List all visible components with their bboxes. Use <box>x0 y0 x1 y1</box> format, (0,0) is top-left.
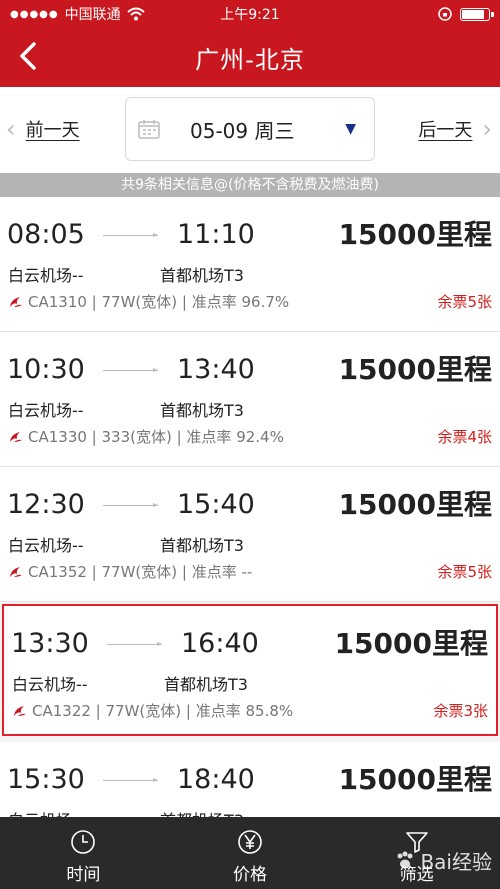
departure-airport: 白云机场-- <box>8 266 84 285</box>
signal-icon: ●●●●● <box>10 8 59 20</box>
prev-day-button[interactable]: ‹ 前一天 <box>6 115 80 143</box>
arrival-airport: 首都机场T3 <box>160 266 244 285</box>
next-day-button[interactable]: 后一天 › <box>418 115 492 143</box>
top-bar: ●●●●● 中国联通 上午9:21 广州-北京 <box>0 0 500 87</box>
departure-airport: 白云机场-- <box>8 401 84 420</box>
tab-time[interactable]: 时间 <box>0 817 167 889</box>
miles-price: 15000里程 <box>334 627 488 660</box>
selected-date: 05-09 周三 <box>190 118 295 143</box>
arrival-time: 18:40 <box>177 764 255 795</box>
status-bar: ●●●●● 中国联通 上午9:21 <box>0 0 500 28</box>
route-arrow-icon <box>103 778 158 782</box>
header: 广州-北京 <box>0 28 500 87</box>
flight-details: CA1322 | 77W(宽体) | 准点率 85.8% <box>32 702 294 720</box>
watermark: Bai经验 <box>394 846 492 875</box>
dropdown-triangle-icon: ▼ <box>345 121 356 137</box>
route-arrow-icon <box>103 368 158 372</box>
departure-time: 13:30 <box>11 628 89 659</box>
airline-logo-icon <box>14 705 26 716</box>
flight-card[interactable]: 12:30 15:40 15000里程 白云机场-- 首都机场T3 CA1352… <box>0 467 500 602</box>
back-button[interactable] <box>8 36 48 76</box>
route-arrow-icon <box>103 233 158 237</box>
miles-price: 15000里程 <box>338 488 492 521</box>
arrival-airport: 首都机场T3 <box>160 401 244 420</box>
miles-price: 15000里程 <box>338 218 492 251</box>
flight-card[interactable]: 08:05 11:10 15000里程 白云机场-- 首都机场T3 CA1310… <box>0 197 500 332</box>
arrival-airport: 首都机场T3 <box>160 536 244 555</box>
arrival-airport: 首都机场T3 <box>160 807 244 817</box>
departure-time: 12:30 <box>7 489 85 520</box>
paw-icon <box>397 851 413 868</box>
watermark-text: Bai经验 <box>420 850 492 874</box>
arrival-time: 15:40 <box>177 489 255 520</box>
route-arrow-icon <box>103 503 158 507</box>
flight-details: CA1352 | 77W(宽体) | 准点率 -- <box>28 563 253 581</box>
airline-logo-icon <box>10 431 22 442</box>
airline-logo-icon <box>10 296 22 307</box>
wifi-icon <box>126 7 145 21</box>
date-picker[interactable]: 05-09 周三 ▼ <box>125 97 375 161</box>
yen-icon <box>238 830 262 854</box>
miles-price: 15000里程 <box>338 353 492 386</box>
tab-price-label: 价格 <box>233 865 267 885</box>
flight-details: CA1330 | 333(宽体) | 准点率 92.4% <box>28 428 284 446</box>
status-left: ●●●●● 中国联通 <box>10 4 145 24</box>
flight-info: CA1330 | 333(宽体) | 准点率 92.4% <box>8 426 284 447</box>
clock-icon <box>71 830 96 854</box>
arrival-airport: 首都机场T3 <box>164 675 248 694</box>
departure-airport: 白云机场-- <box>12 675 88 694</box>
departure-time: 08:05 <box>7 219 85 250</box>
departure-airport: 白云机场-- <box>8 807 84 817</box>
tab-time-label: 时间 <box>66 865 101 885</box>
chevron-right-icon: › <box>482 115 492 143</box>
battery-icon <box>460 7 494 21</box>
arrival-time: 13:40 <box>177 354 255 385</box>
flight-card-selected[interactable]: 13:30 16:40 15000里程 白云机场-- 首都机场T3 CA1322… <box>2 604 498 736</box>
seats-left: 余票3张 <box>433 702 488 720</box>
seats-left: 余票4张 <box>437 428 492 446</box>
seats-left: 余票5张 <box>437 293 492 311</box>
arrival-time: 11:10 <box>177 219 255 250</box>
flight-info: CA1322 | 77W(宽体) | 准点率 85.8% <box>12 700 293 721</box>
airline-logo-icon <box>10 566 22 577</box>
flight-details: CA1310 | 77W(宽体) | 准点率 96.7% <box>28 293 290 311</box>
flight-info: CA1352 | 77W(宽体) | 准点率 -- <box>8 561 252 582</box>
seats-left: 余票5张 <box>437 563 492 581</box>
route-arrow-icon <box>107 642 162 646</box>
miles-price: 15000里程 <box>338 763 492 796</box>
page-title: 广州-北京 <box>195 46 305 74</box>
flight-list: 08:05 11:10 15000里程 白云机场-- 首都机场T3 CA1310… <box>0 197 500 817</box>
chevron-left-icon <box>20 42 36 70</box>
tab-bar: 时间 价格 筛选 Bai经验 <box>0 817 500 889</box>
calendar-icon <box>138 120 160 139</box>
chevron-left-icon: ‹ <box>6 115 16 143</box>
departure-time: 15:30 <box>7 764 85 795</box>
tab-price[interactable]: 价格 <box>167 817 334 889</box>
date-nav: ‹ 前一天 05-09 周三 ▼ 后一天 › <box>0 87 500 173</box>
status-right <box>438 7 494 21</box>
arrival-time: 16:40 <box>181 628 259 659</box>
carrier-label: 中国联通 <box>64 7 121 23</box>
flight-card[interactable]: 15:30 18:40 15000里程 白云机场-- 首都机场T3 <box>0 742 500 817</box>
flight-info: CA1310 | 77W(宽体) | 准点率 96.7% <box>8 291 289 312</box>
departure-time: 10:30 <box>7 354 85 385</box>
prev-day-label: 前一天 <box>25 120 80 141</box>
results-notice: 共9条相关信息@(价格不含税费及燃油费) <box>0 173 500 197</box>
next-day-label: 后一天 <box>418 120 473 141</box>
flight-card[interactable]: 10:30 13:40 15000里程 白云机场-- 首都机场T3 CA1330… <box>0 332 500 467</box>
departure-airport: 白云机场-- <box>8 536 84 555</box>
orientation-lock-icon <box>438 7 452 21</box>
